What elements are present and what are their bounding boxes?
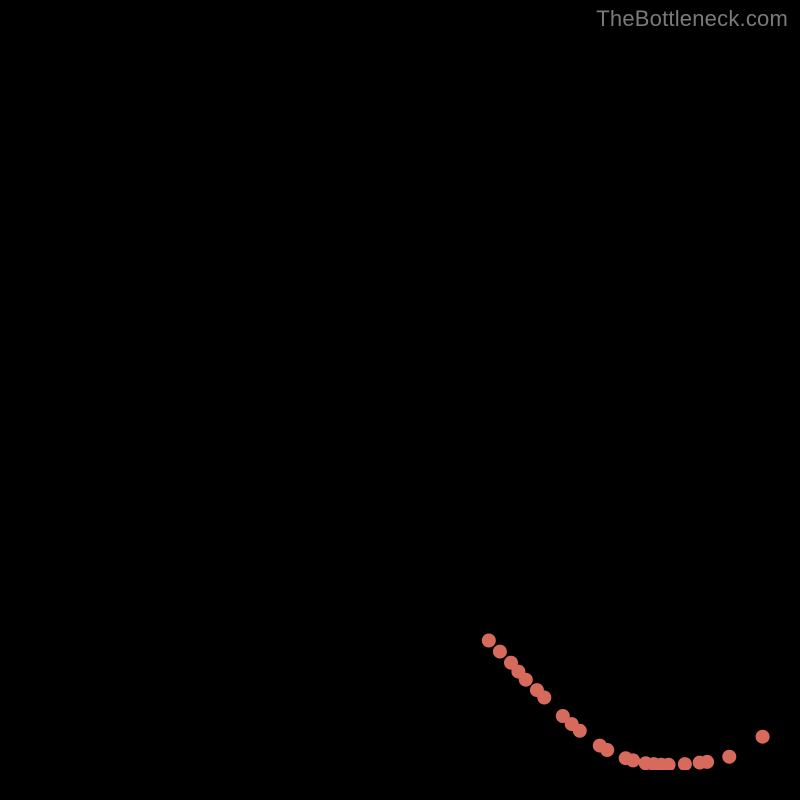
marker-dot: [493, 645, 507, 659]
marker-dot: [537, 691, 551, 705]
marker-dot: [722, 750, 736, 764]
marker-group: [482, 634, 770, 771]
marker-dot: [482, 634, 496, 648]
curve-line: [30, 30, 763, 765]
marker-dot: [600, 743, 614, 757]
marker-dot: [519, 673, 533, 687]
marker-dot: [756, 730, 770, 744]
plot-area: [30, 30, 770, 770]
marker-dot: [678, 757, 692, 770]
chart-frame: TheBottleneck.com: [0, 0, 800, 800]
watermark-text: TheBottleneck.com: [596, 6, 788, 32]
marker-dot: [573, 724, 587, 738]
marker-dot: [626, 753, 640, 767]
marker-dot: [700, 755, 714, 769]
chart-overlay: [30, 30, 770, 770]
